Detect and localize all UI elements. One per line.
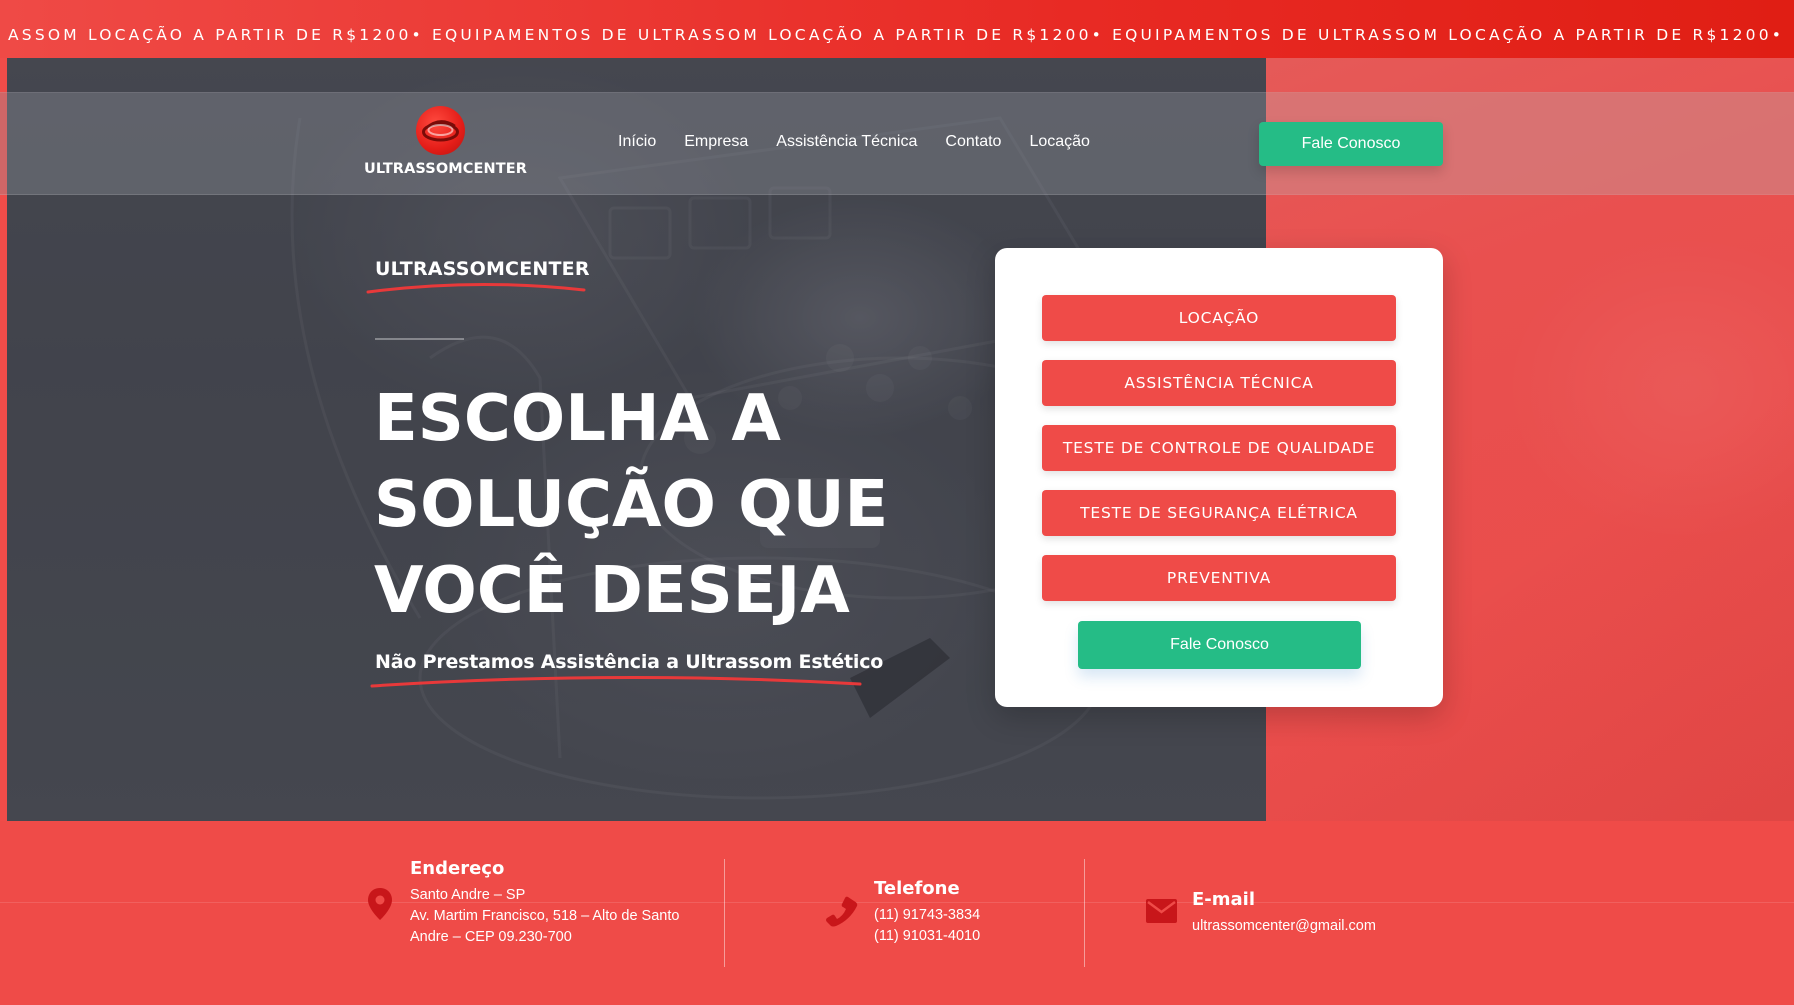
nav-item-empresa[interactable]: Empresa: [684, 133, 748, 155]
hero-headline-line-1: ESCOLHA A: [374, 382, 781, 456]
hero-headline-line-2: SOLUÇÃO QUE: [374, 468, 889, 542]
nav-item-locacao[interactable]: Locação: [1029, 133, 1090, 155]
hero-headline: ESCOLHA A SOLUÇÃO QUE VOCÊ DESEJA: [374, 376, 934, 634]
subtitle-underline-decoration: [370, 675, 862, 688]
hero-subtitle: Não Prestamos Assistência a Ultrassom Es…: [375, 651, 884, 673]
service-button-seguranca-eletrica[interactable]: TESTE DE SEGURANÇA ELÉTRICA: [1042, 490, 1396, 536]
contact-separator-2: [1084, 859, 1085, 967]
contact-separator-1: [724, 859, 725, 967]
address-block: Endereço Santo Andre – SP Av. Martim Fra…: [410, 858, 679, 948]
hero-brand-label: ULTRASSOMCENTER: [375, 258, 590, 280]
phone-number-1[interactable]: (11) 91743-3834: [874, 905, 980, 926]
address-title: Endereço: [410, 858, 505, 879]
map-pin-icon: [368, 888, 392, 920]
contact-info-bar: Endereço Santo Andre – SP Av. Martim Fra…: [0, 821, 1794, 1005]
service-button-controle-qualidade[interactable]: TESTE DE CONTROLE DE QUALIDADE: [1042, 425, 1396, 471]
phone-title: Telefone: [874, 878, 960, 899]
site-logo[interactable]: ULTRASSOMCENTER: [364, 106, 528, 182]
services-card: LOCAÇÃO ASSISTÊNCIA TÉCNICA TESTE DE CON…: [995, 248, 1443, 707]
service-button-locacao[interactable]: LOCAÇÃO: [1042, 295, 1396, 341]
email-address[interactable]: ultrassomcenter@gmail.com: [1192, 916, 1376, 937]
address-line-1: Santo Andre – SP: [410, 887, 526, 903]
logo-emblem-icon: [416, 106, 465, 155]
logo-text: ULTRASSOMCENTER: [364, 161, 528, 177]
brand-underline-decoration: [366, 282, 586, 294]
phone-icon: [826, 896, 858, 927]
email-title: E-mail: [1192, 889, 1256, 910]
service-button-preventiva[interactable]: PREVENTIVA: [1042, 555, 1396, 601]
service-button-assistencia-tecnica[interactable]: ASSISTÊNCIA TÉCNICA: [1042, 360, 1396, 406]
email-block: E-mail ultrassomcenter@gmail.com: [1192, 889, 1376, 937]
nav-item-assistencia-tecnica[interactable]: Assistência Técnica: [776, 133, 917, 155]
hero-headline-line-3: VOCÊ DESEJA: [374, 554, 850, 628]
phone-block: Telefone (11) 91743-3834 (11) 91031-4010: [874, 878, 980, 947]
card-contact-button[interactable]: Fale Conosco: [1078, 621, 1361, 669]
address-line-2: Av. Martim Francisco, 518 – Alto de Sant…: [410, 908, 680, 924]
header-contact-button[interactable]: Fale Conosco: [1259, 122, 1443, 166]
ticker-text: ASSOM LOCAÇÃO A PARTIR DE R$1200• EQUIPA…: [8, 26, 1785, 44]
envelope-icon: [1146, 899, 1177, 923]
main-nav: Início Empresa Assistência Técnica Conta…: [618, 133, 1118, 155]
nav-item-contato[interactable]: Contato: [945, 133, 1001, 155]
phone-number-2[interactable]: (11) 91031-4010: [874, 926, 980, 947]
address-line-3: Andre – CEP 09.230-700: [410, 929, 572, 945]
nav-item-inicio[interactable]: Início: [618, 133, 656, 155]
promo-ticker: ASSOM LOCAÇÃO A PARTIR DE R$1200• EQUIPA…: [0, 0, 1794, 58]
hero-divider: [375, 338, 464, 340]
